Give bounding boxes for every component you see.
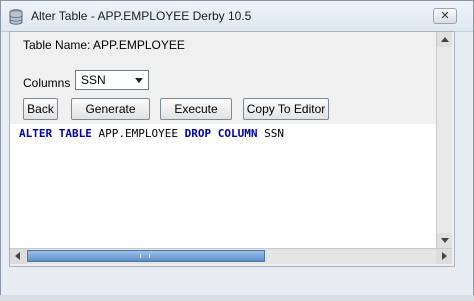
horizontal-scrollbar[interactable] bbox=[10, 248, 452, 264]
columns-label: Columns bbox=[23, 76, 71, 90]
chevron-down-icon bbox=[135, 78, 143, 83]
arrow-right-icon bbox=[442, 252, 447, 260]
back-button[interactable]: Back bbox=[23, 98, 58, 120]
database-icon bbox=[9, 9, 23, 25]
window-bottom-area bbox=[1, 267, 473, 295]
sql-column-identifier: SSN bbox=[264, 127, 284, 140]
generate-sql-button[interactable]: Generate SQL bbox=[71, 98, 150, 136]
arrow-left-icon bbox=[15, 252, 20, 260]
columns-dropdown[interactable]: SSN bbox=[75, 70, 149, 90]
vertical-scrollbar[interactable] bbox=[436, 32, 452, 248]
sql-keyword: TABLE bbox=[58, 127, 92, 140]
background-strip bbox=[0, 295, 474, 301]
title-bar[interactable]: Alter Table - APP.EMPLOYEE Derby 10.5 ✕ bbox=[1, 1, 473, 32]
execute-sql-button[interactable]: Execute SQL bbox=[160, 98, 232, 136]
sql-statement: ALTER TABLE APP.EMPLOYEE DROP COLUMN SSN bbox=[19, 127, 284, 140]
horizontal-scroll-thumb[interactable] bbox=[27, 250, 265, 262]
scroll-right-button[interactable] bbox=[436, 249, 452, 264]
sql-editor[interactable]: ALTER TABLE APP.EMPLOYEE DROP COLUMN SSN bbox=[10, 124, 436, 248]
alter-table-window: Alter Table - APP.EMPLOYEE Derby 10.5 ✕ … bbox=[0, 0, 474, 296]
table-name-label: Table Name: APP.EMPLOYEE bbox=[23, 38, 185, 52]
arrow-up-icon bbox=[441, 37, 449, 42]
sql-keyword: ALTER bbox=[19, 127, 53, 140]
sql-keyword: DROP bbox=[184, 127, 212, 140]
columns-dropdown-value: SSN bbox=[81, 73, 106, 87]
dialog-content: Table Name: APP.EMPLOYEE Columns SSN Bac… bbox=[9, 31, 455, 267]
scroll-up-button[interactable] bbox=[437, 32, 452, 47]
close-button[interactable]: ✕ bbox=[433, 8, 457, 24]
sql-keyword: COLUMN bbox=[217, 127, 258, 140]
close-icon: ✕ bbox=[440, 10, 450, 22]
sql-table-identifier: APP.EMPLOYEE bbox=[98, 127, 178, 140]
copy-to-editor-button[interactable]: Copy To Editor bbox=[243, 98, 329, 120]
arrow-down-icon bbox=[441, 238, 449, 243]
window-title: Alter Table - APP.EMPLOYEE Derby 10.5 bbox=[31, 9, 252, 23]
scroll-down-button[interactable] bbox=[437, 233, 452, 248]
scroll-left-button[interactable] bbox=[10, 249, 26, 264]
